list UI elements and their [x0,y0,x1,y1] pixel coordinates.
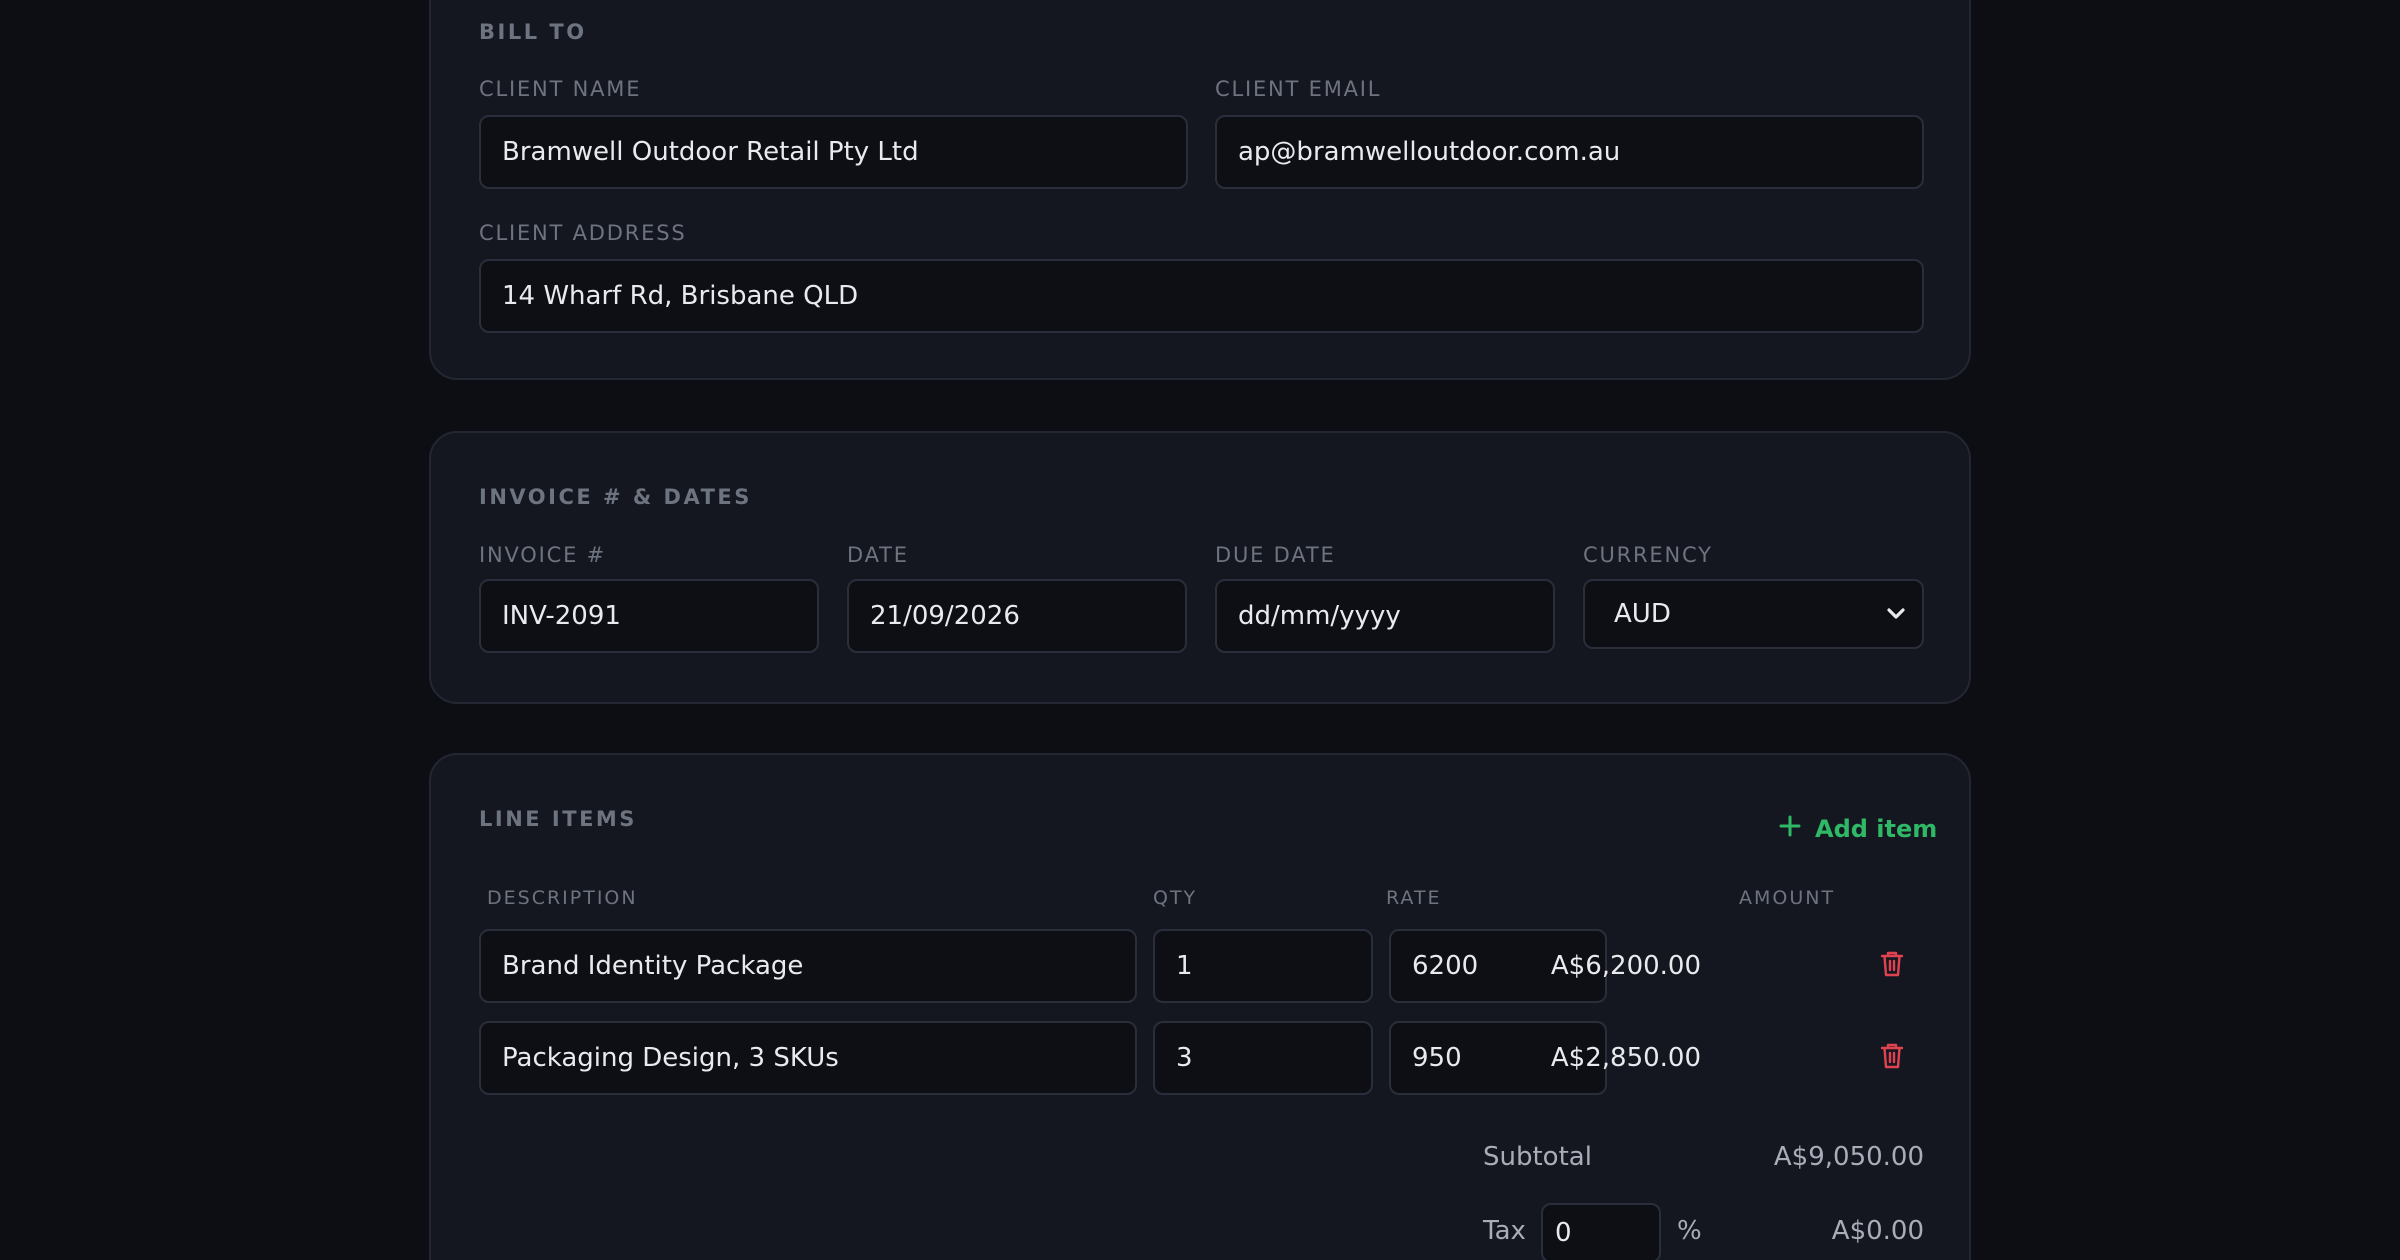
invoice-number-input[interactable]: INV-2091 [479,579,819,653]
invoice-dates-title: INVOICE # & DATES [479,485,752,509]
date-input[interactable]: 21/09/2026 [847,579,1187,653]
column-header-description: DESCRIPTION [487,887,638,909]
client-name-label: CLIENT NAME [479,77,642,101]
column-header-rate: RATE [1386,887,1442,909]
client-name-input[interactable]: Bramwell Outdoor Retail Pty Ltd [479,115,1188,189]
add-item-label: Add item [1815,815,1938,843]
delete-line-item-button[interactable] [1877,1041,1907,1075]
due-date-label: DUE DATE [1215,543,1336,567]
currency-selected-value: AUD [1614,599,1671,629]
line-item-description-input[interactable]: Packaging Design, 3 SKUs [479,1021,1137,1095]
tax-label: Tax [1483,1216,1526,1246]
client-email-input[interactable]: ap@bramwelloutdoor.com.au [1215,115,1924,189]
line-items-card: LINE ITEMS Add item DESCRIPTION QTY RATE… [429,753,1971,1260]
date-label: DATE [847,543,909,567]
subtotal-value: A$9,050.00 [1773,1142,1924,1172]
bill-to-card: BILL TO CLIENT NAME Bramwell Outdoor Ret… [429,0,1971,380]
tax-value: A$0.00 [1831,1216,1924,1246]
trash-icon [1880,1042,1904,1074]
delete-line-item-button[interactable] [1877,949,1907,983]
bill-to-title: BILL TO [479,20,587,44]
line-item-qty-input[interactable]: 1 [1153,929,1373,1003]
client-address-input[interactable]: 14 Wharf Rd, Brisbane QLD [479,259,1924,333]
chevron-down-icon [1884,602,1908,626]
line-item-qty-input[interactable]: 3 [1153,1021,1373,1095]
invoice-number-label: INVOICE # [479,543,607,567]
line-item-amount: A$2,850.00 [1550,1043,1701,1073]
column-header-qty: QTY [1153,887,1198,909]
currency-label: CURRENCY [1583,543,1713,567]
line-items-title: LINE ITEMS [479,807,637,831]
invoice-dates-card: INVOICE # & DATES INVOICE # INV-2091 DAT… [429,431,1971,704]
client-address-label: CLIENT ADDRESS [479,221,687,245]
line-item-description-input[interactable]: Brand Identity Package [479,929,1137,1003]
currency-select[interactable]: AUD [1583,579,1924,649]
tax-percent-input[interactable]: 0 [1541,1203,1661,1260]
line-item-amount: A$6,200.00 [1550,951,1701,981]
trash-icon [1880,950,1904,982]
add-item-button[interactable]: Add item [1779,815,1937,843]
subtotal-label: Subtotal [1483,1142,1592,1172]
due-date-input[interactable]: dd/mm/yyyy [1215,579,1555,653]
plus-icon [1779,815,1801,843]
client-email-label: CLIENT EMAIL [1215,77,1382,101]
column-header-amount: AMOUNT [1739,887,1836,909]
